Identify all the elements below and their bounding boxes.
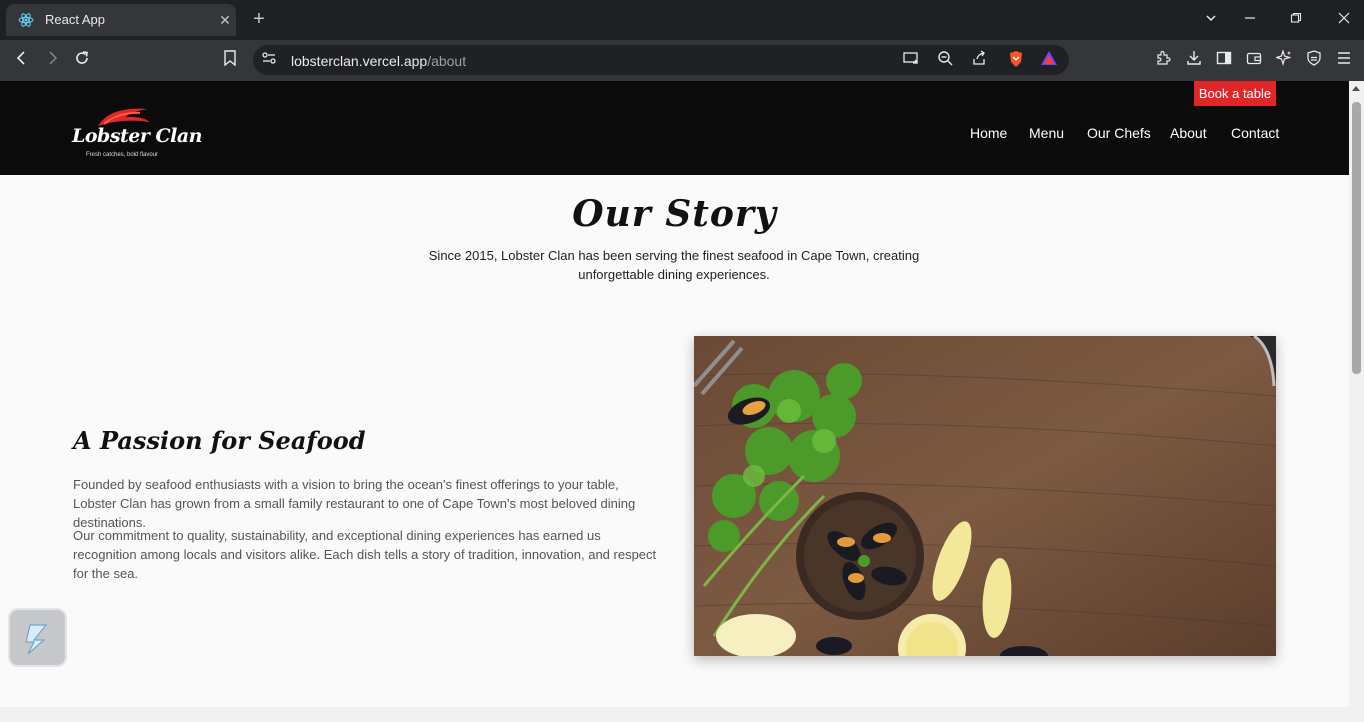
nav-menu[interactable]: Menu — [1029, 125, 1064, 141]
tab-title: React App — [45, 12, 105, 27]
rewards-icon[interactable] — [1039, 50, 1059, 70]
section-heading: A Passion for Seafood — [73, 426, 366, 455]
widget-logo-icon — [25, 624, 48, 655]
section-paragraph-1: Founded by seafood enthusiasts with a vi… — [73, 477, 636, 530]
tab-search-icon[interactable] — [1201, 10, 1221, 30]
browser-tab[interactable]: React App ✕ — [6, 4, 236, 36]
wallet-icon[interactable] — [1244, 50, 1264, 70]
share-icon[interactable] — [969, 50, 989, 70]
sidebar-icon[interactable] — [1214, 50, 1234, 70]
section-paragraph-2: Our commitment to quality, sustainabilit… — [73, 528, 657, 581]
bookmark-icon[interactable] — [220, 50, 240, 70]
reload-icon[interactable] — [72, 50, 92, 70]
nav-about[interactable]: About — [1170, 125, 1207, 141]
download-icon[interactable] — [1184, 50, 1204, 70]
minimize-icon[interactable] — [1240, 10, 1260, 30]
forward-icon[interactable] — [42, 50, 62, 70]
address-url[interactable]: lobsterclan.vercel.app/about — [291, 53, 466, 69]
brave-shield-icon[interactable] — [1006, 50, 1026, 70]
seafood-photo — [694, 336, 1276, 656]
url-path: /about — [427, 53, 467, 69]
page-subtitle: Since 2015, Lobster Clan has been servin… — [428, 248, 920, 282]
scrollbar-thumb[interactable] — [1352, 102, 1361, 374]
new-tab-icon[interactable]: + — [250, 9, 268, 29]
nav-home[interactable]: Home — [970, 125, 1007, 141]
restore-icon[interactable] — [1286, 10, 1306, 30]
menu-icon[interactable] — [1334, 50, 1354, 70]
site-settings-icon[interactable] — [259, 50, 279, 70]
cast-icon[interactable] — [901, 50, 921, 70]
vpn-shield-icon[interactable] — [1304, 50, 1324, 70]
nav-contact[interactable]: Contact — [1231, 125, 1279, 141]
nav-our-chefs[interactable]: Our Chefs — [1087, 125, 1151, 141]
floating-widget-button[interactable] — [8, 608, 67, 667]
react-favicon-icon — [18, 13, 34, 27]
close-window-icon[interactable] — [1334, 10, 1354, 30]
back-icon[interactable] — [12, 50, 32, 70]
leo-ai-icon[interactable] — [1274, 48, 1294, 70]
book-table-button[interactable]: Book a table — [1194, 81, 1276, 106]
footer-strip — [0, 707, 1349, 722]
page-title: Our Story — [572, 193, 777, 235]
logo-text[interactable]: Lobster Clan — [72, 125, 202, 147]
url-host: lobsterclan.vercel.app — [291, 53, 428, 69]
logo-tagline: Fresh catches, bold flavour — [86, 152, 159, 158]
zoom-icon[interactable] — [935, 50, 955, 70]
scroll-up-arrow-icon[interactable] — [1352, 86, 1360, 91]
extensions-icon[interactable] — [1153, 50, 1173, 70]
close-tab-icon[interactable]: ✕ — [216, 11, 234, 29]
